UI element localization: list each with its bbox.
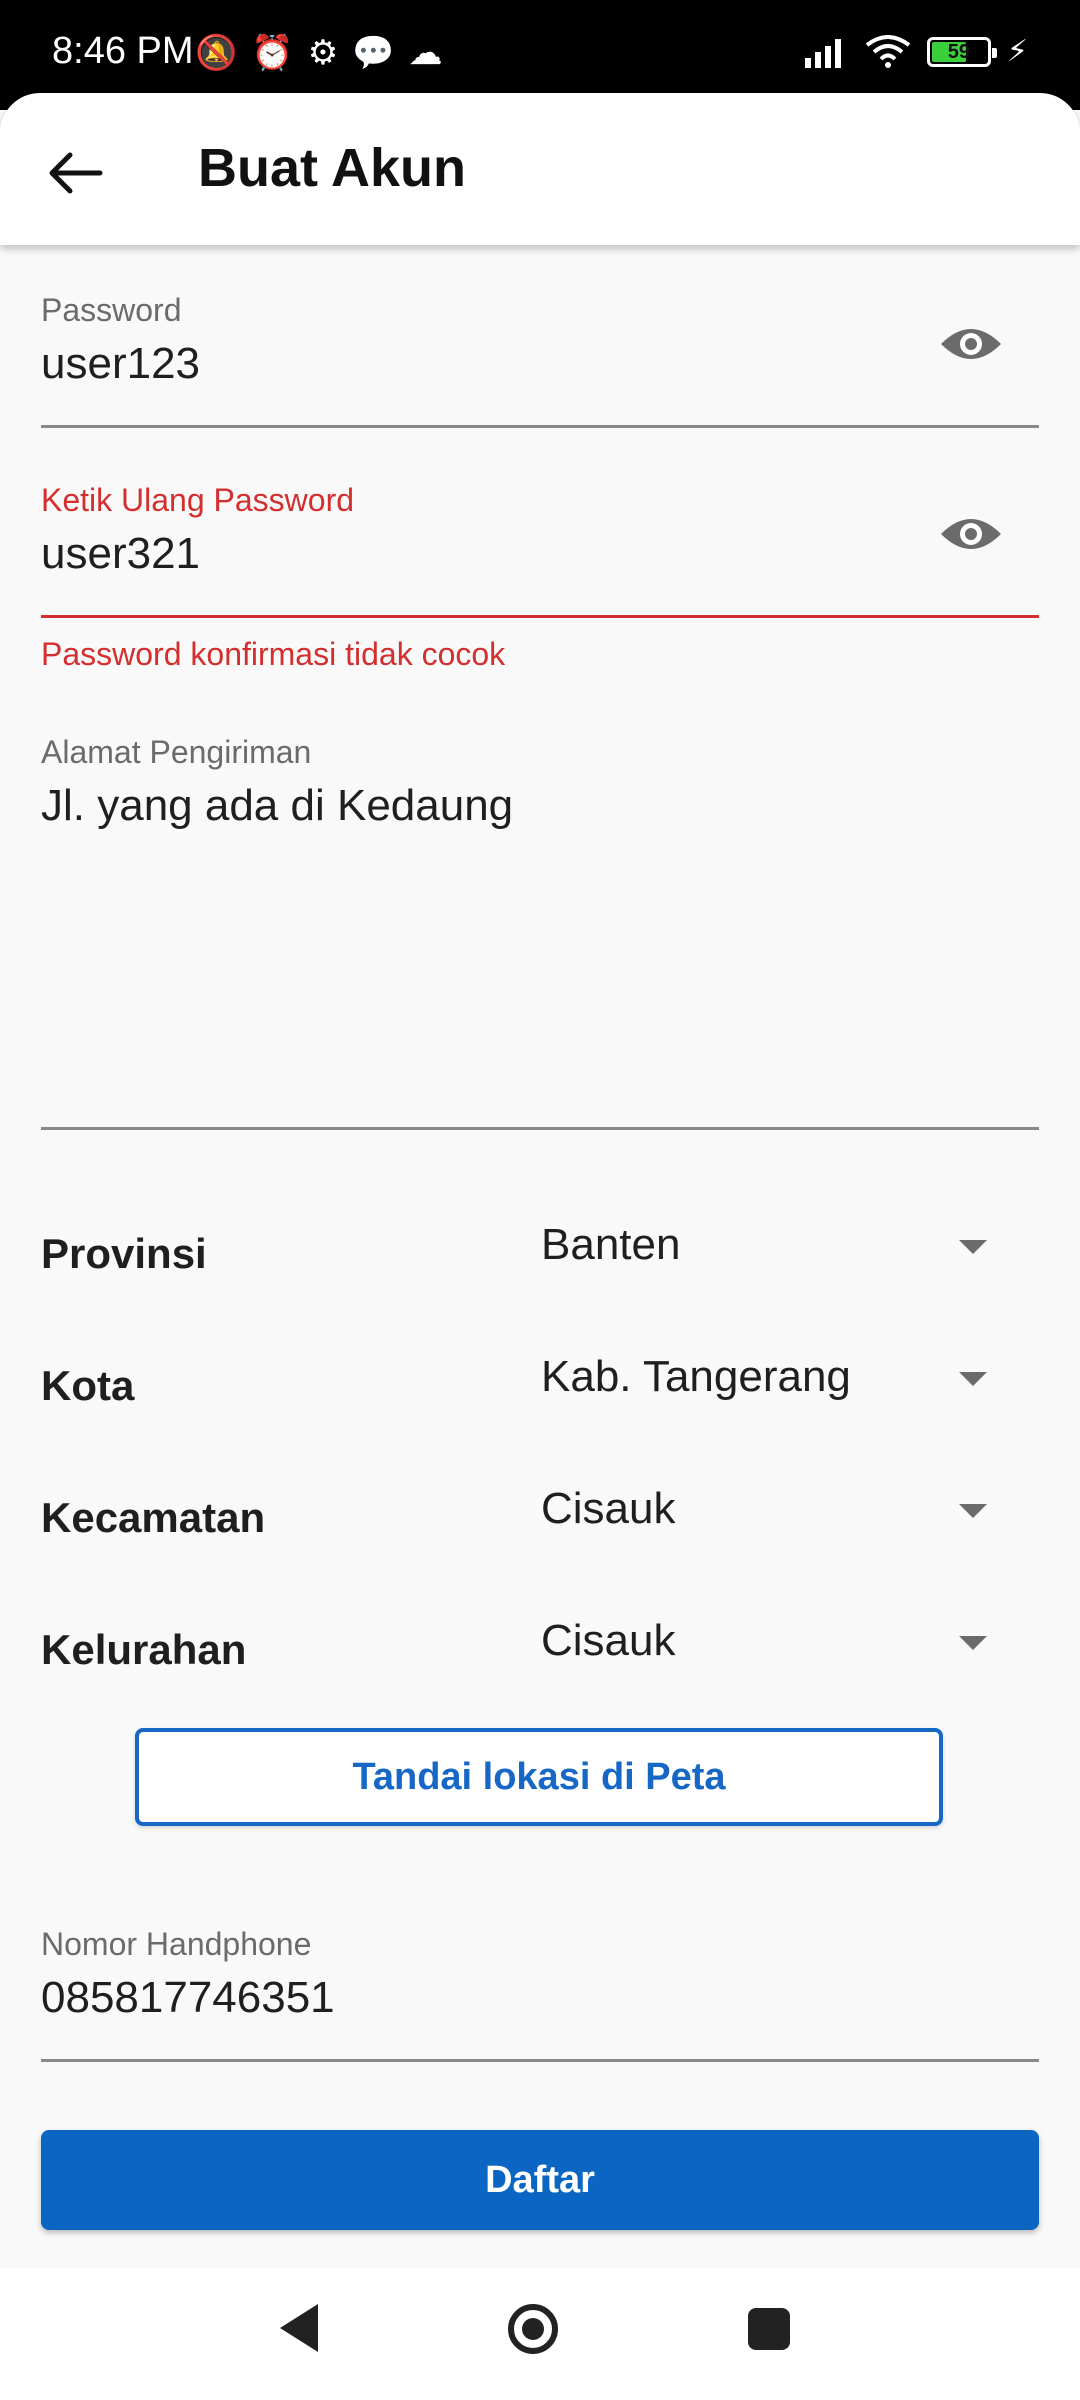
dropdown-arrow-icon[interactable] xyxy=(959,1504,987,1518)
back-arrow-icon xyxy=(49,152,103,194)
village-dropdown[interactable]: Kelurahan Cisauk xyxy=(41,1606,1039,1686)
battery-level: 59 xyxy=(947,40,971,63)
village-label: Kelurahan xyxy=(41,1626,247,1673)
password-underline xyxy=(41,425,1039,428)
phone-field[interactable]: Nomor Handphone 085817746351 xyxy=(41,1926,1039,2062)
password-value[interactable]: user123 xyxy=(41,339,1039,389)
dropdown-arrow-icon[interactable] xyxy=(959,1372,987,1386)
mark-location-button[interactable]: Tandai lokasi di Peta xyxy=(135,1728,943,1826)
battery-icon: 59 xyxy=(926,36,997,67)
address-value[interactable]: Jl. yang ada di Kedaung xyxy=(41,781,1039,831)
nav-home-icon[interactable] xyxy=(508,2304,558,2354)
charging-icon: ⚡ xyxy=(1006,35,1028,68)
system-nav-bar xyxy=(0,2268,1080,2400)
register-button[interactable]: Daftar xyxy=(41,2130,1039,2230)
phone-value[interactable]: 085817746351 xyxy=(41,1973,1039,2023)
district-dropdown[interactable]: Kecamatan Cisauk xyxy=(41,1474,1039,1554)
confirm-password-field[interactable]: Ketik Ulang Password user321 xyxy=(41,482,1039,618)
password-field[interactable]: Password user123 xyxy=(41,292,1039,428)
message-icon: 💬 xyxy=(352,34,395,72)
status-system-icons: 59 ⚡ xyxy=(803,34,1028,69)
status-notification-icons: 🔕 ⏰ ⚙ 💬 ☁ xyxy=(195,33,443,73)
address-label: Alamat Pengiriman xyxy=(41,734,312,770)
province-dropdown[interactable]: Provinsi Banten xyxy=(41,1210,1039,1290)
confirm-password-underline xyxy=(41,615,1039,618)
status-time: 8:46 PM xyxy=(52,30,194,72)
app-bar: Buat Akun xyxy=(0,93,1080,245)
alarm-icon: ⏰ xyxy=(251,34,294,72)
district-label: Kecamatan xyxy=(41,1494,266,1541)
dropdown-arrow-icon[interactable] xyxy=(959,1240,987,1254)
wifi-icon xyxy=(865,34,911,68)
muted-bell-icon: 🔕 xyxy=(195,34,238,72)
village-value[interactable]: Cisauk xyxy=(541,1616,676,1666)
city-value[interactable]: Kab. Tangerang xyxy=(541,1352,851,1402)
address-field[interactable]: Alamat Pengiriman Jl. yang ada di Kedaun… xyxy=(41,734,1039,1130)
password-label: Password xyxy=(41,292,182,328)
confirm-password-error: Password konfirmasi tidak cocok xyxy=(41,636,506,672)
city-label: Kota xyxy=(41,1362,135,1409)
nav-back-icon[interactable] xyxy=(280,2304,318,2352)
cloud-icon: ☁ xyxy=(408,34,443,72)
eye-icon[interactable] xyxy=(939,322,1003,366)
confirm-password-value[interactable]: user321 xyxy=(41,529,1039,579)
phone-label: Nomor Handphone xyxy=(41,1926,312,1962)
dropdown-arrow-icon[interactable] xyxy=(959,1636,987,1650)
settings-icon: ⚙ xyxy=(307,34,339,72)
back-button[interactable] xyxy=(36,133,116,213)
phone-underline xyxy=(41,2059,1039,2062)
district-value[interactable]: Cisauk xyxy=(541,1484,676,1534)
signal-icon xyxy=(804,38,841,68)
province-value[interactable]: Banten xyxy=(541,1220,680,1270)
address-underline xyxy=(41,1127,1039,1130)
page-title: Buat Akun xyxy=(198,138,466,198)
city-dropdown[interactable]: Kota Kab. Tangerang xyxy=(41,1342,1039,1422)
nav-recents-icon[interactable] xyxy=(748,2308,790,2350)
confirm-password-label: Ketik Ulang Password xyxy=(41,482,355,518)
province-label: Provinsi xyxy=(41,1230,207,1277)
eye-icon[interactable] xyxy=(939,512,1003,556)
